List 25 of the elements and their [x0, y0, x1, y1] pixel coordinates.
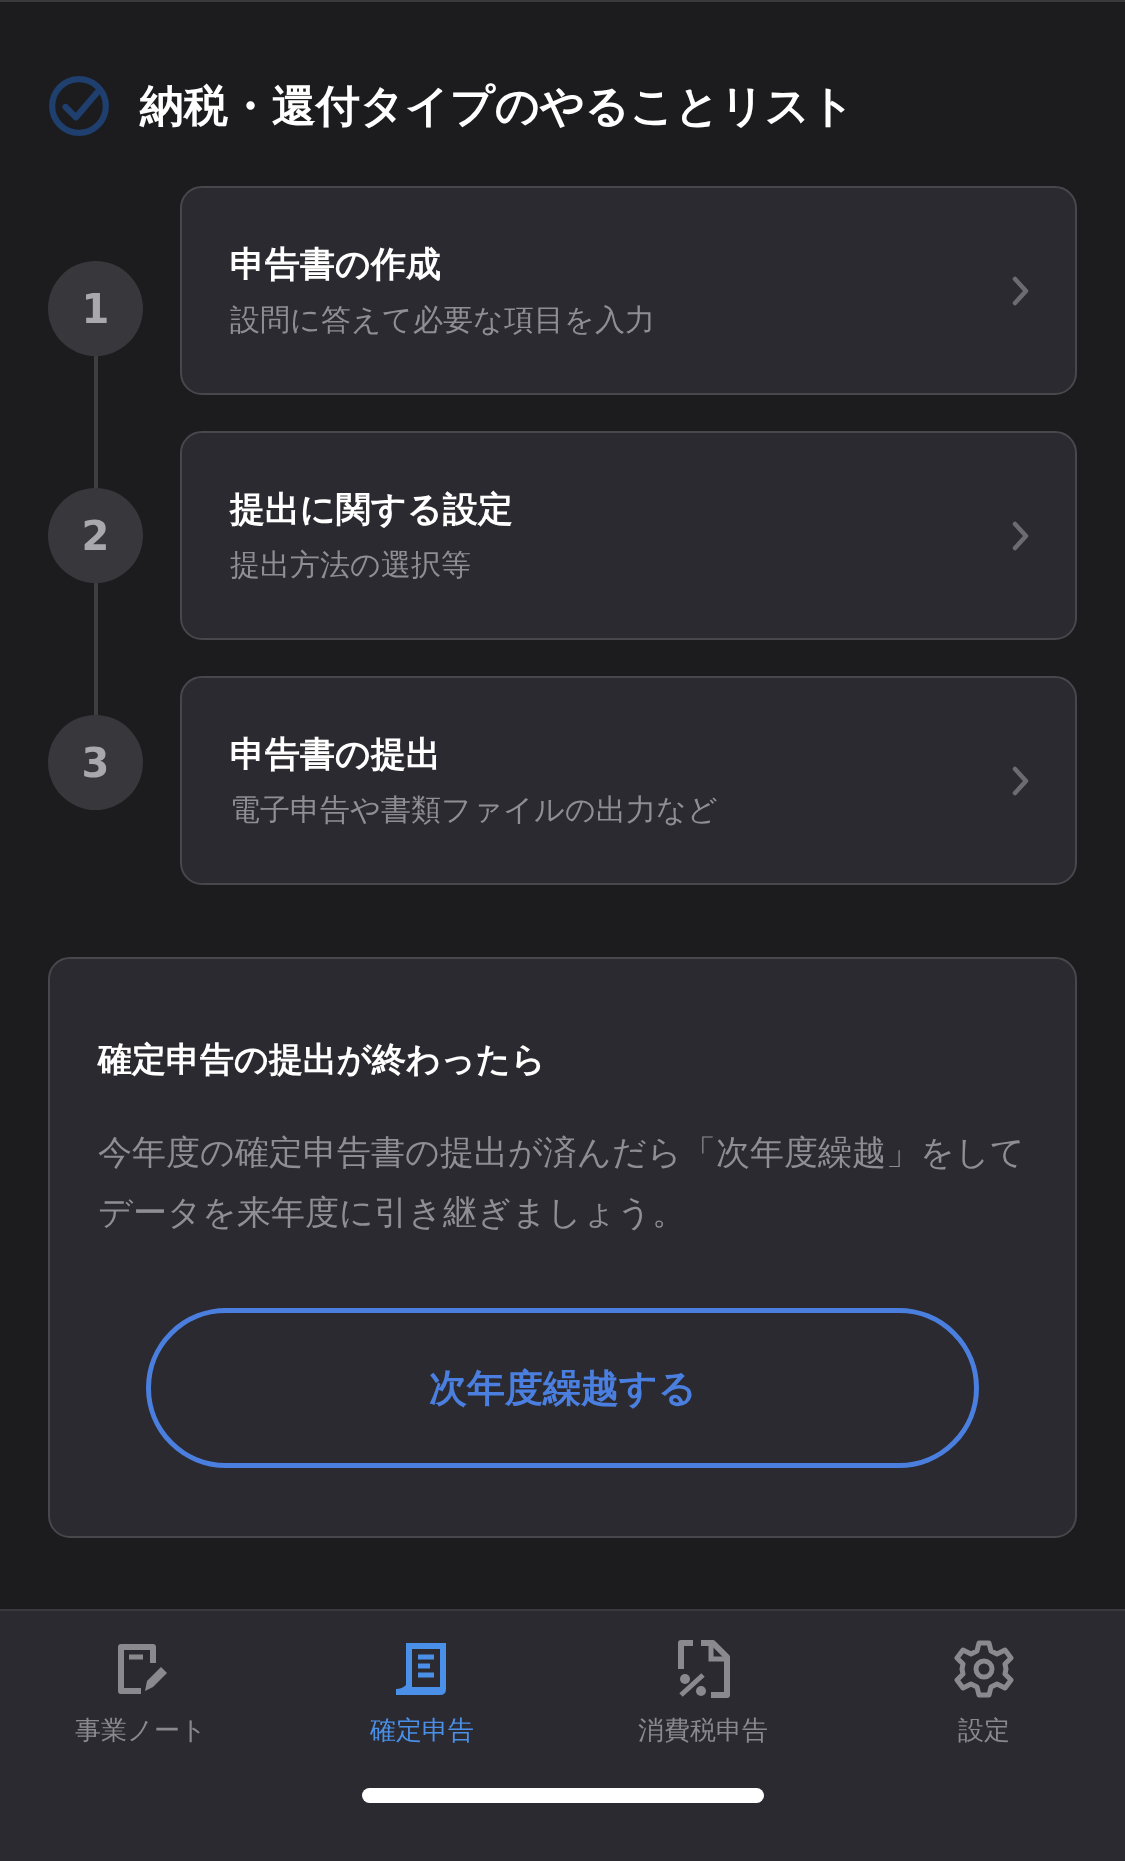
step-card[interactable]: 申告書の提出 電子申告や書類ファイルの出力など: [180, 676, 1077, 885]
tab-item[interactable]: 確定申告: [281, 1639, 563, 1748]
step-title: 提出に関する設定: [230, 487, 514, 531]
page-title: 納税・還付タイプのやることリスト: [140, 78, 855, 133]
settings-icon: [954, 1639, 1015, 1699]
info-title: 確定申告の提出が終わったら: [98, 1038, 547, 1081]
step-title: 申告書の提出: [230, 732, 442, 776]
step-description: 設問に答えて必要な項目を入力: [230, 300, 656, 339]
step-description: 電子申告や書類ファイルの出力など: [230, 790, 719, 829]
step-card[interactable]: 申告書の作成 設問に答えて必要な項目を入力: [180, 186, 1077, 395]
step-card[interactable]: 提出に関する設定 提出方法の選択等: [180, 431, 1077, 640]
step-number: 2: [48, 488, 143, 583]
chevron-right-icon: [1011, 274, 1031, 307]
carry-over-button[interactable]: 次年度繰越する: [146, 1308, 979, 1468]
chevron-right-icon: [1011, 519, 1031, 552]
check-circle-icon: [48, 75, 110, 137]
step-number: 3: [48, 715, 143, 810]
step-number: 1: [48, 261, 143, 356]
step-title: 申告書の作成: [230, 242, 442, 286]
tab-item[interactable]: 設定: [843, 1639, 1125, 1748]
tab-item[interactable]: 事業ノート: [0, 1639, 282, 1748]
info-text: 今年度の確定申告書の提出が済んだら「次年度繰越」をしてデータを来年度に引き継ぎましょう。: [98, 1131, 1026, 1234]
step-description: 提出方法の選択等: [230, 545, 472, 584]
chevron-right-icon: [1011, 764, 1031, 797]
tab-item[interactable]: 消費税申告: [562, 1639, 844, 1748]
